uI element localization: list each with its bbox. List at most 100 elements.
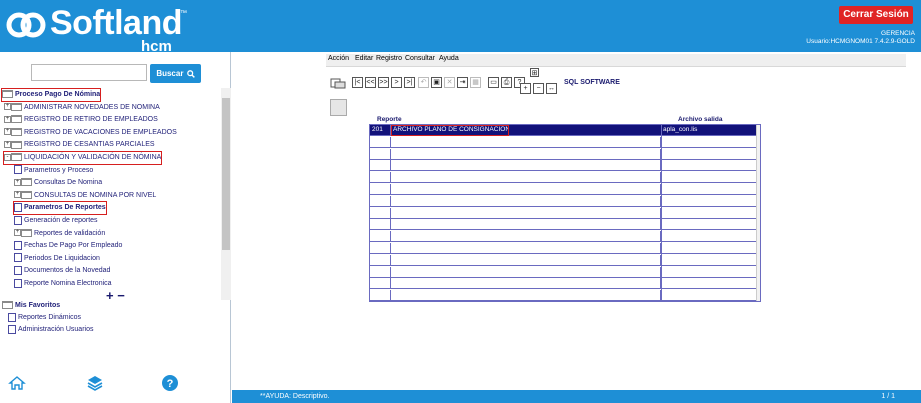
tree-item[interactable]: Periodos De Liquidacion	[14, 253, 100, 265]
expand-icon[interactable]: +	[14, 178, 21, 186]
first-record-icon[interactable]: |<	[352, 77, 363, 88]
report-code-cell[interactable]	[370, 172, 391, 184]
report-code-cell[interactable]	[370, 266, 391, 278]
report-code-cell[interactable]	[370, 243, 391, 254]
logout-button[interactable]: Cerrar Sesión	[839, 6, 913, 24]
report-code-cell[interactable]	[370, 290, 391, 301]
favorites-title[interactable]: Mis Favoritos	[2, 300, 60, 312]
tree-scrollbar[interactable]	[221, 88, 231, 300]
output-file-cell[interactable]	[661, 160, 758, 171]
output-file-cell[interactable]	[661, 149, 758, 160]
collapse-icon[interactable]: -	[4, 153, 11, 161]
output-file-cell[interactable]	[661, 243, 758, 254]
next-record-icon[interactable]: >	[391, 77, 402, 88]
tree-item[interactable]: Reporte Nomina Electronica	[14, 278, 112, 290]
menu-item[interactable]: Consultar	[405, 55, 435, 62]
report-code-cell[interactable]	[370, 254, 391, 266]
tree-item[interactable]: + CONSULTAS DE NOMINA POR NIVEL	[14, 190, 156, 202]
report-name-cell[interactable]	[391, 148, 661, 160]
tree-item[interactable]: + Reportes de validación	[14, 228, 105, 240]
report-code-cell[interactable]	[370, 231, 391, 243]
output-file-cell[interactable]: apla_con.lis	[661, 125, 758, 136]
report-name-cell[interactable]	[391, 136, 661, 148]
table-row[interactable]	[370, 243, 756, 254]
tree-item[interactable]: + REGISTRO DE RETIRO DE EMPLEADOS	[4, 114, 158, 126]
expand-icon[interactable]: +	[4, 103, 11, 111]
screen-icon[interactable]: ▭	[488, 77, 499, 88]
output-file-cell[interactable]	[661, 290, 758, 301]
calendar-icon[interactable]: ▦	[470, 77, 481, 88]
menu-item[interactable]: Registro	[376, 55, 402, 62]
tree-item[interactable]: + REGISTRO DE VACACIONES DE EMPLEADOS	[4, 127, 177, 139]
print-icon[interactable]: ⎙	[501, 77, 512, 88]
report-code-cell[interactable]: 201	[370, 125, 391, 136]
table-row[interactable]	[370, 172, 758, 184]
report-code-cell[interactable]	[370, 148, 391, 160]
tree-item[interactable]: Proceso Pago De Nómina	[0, 88, 102, 102]
table-row[interactable]	[370, 290, 756, 301]
tree-collapse-button[interactable]: −	[117, 288, 125, 303]
tree-expand-button[interactable]: +	[106, 288, 114, 303]
output-file-cell[interactable]	[661, 255, 758, 266]
menu-item[interactable]: Acción	[328, 55, 349, 62]
menu-item[interactable]: Ayuda	[439, 55, 459, 62]
report-name-cell[interactable]	[391, 219, 661, 231]
expand-icon[interactable]: +	[4, 115, 11, 123]
report-name-cell[interactable]	[391, 195, 661, 207]
table-row[interactable]: 201 ARCHIVO PLANO DE CONSIGNACION apla_con…	[370, 125, 756, 136]
tree-item[interactable]: Fechas De Pago Por Empleado	[14, 240, 122, 252]
tree-item[interactable]: Parametros y Proceso	[14, 165, 93, 177]
home-icon[interactable]	[8, 374, 26, 392]
previous-page-icon[interactable]: <<	[365, 77, 376, 88]
next-page-icon[interactable]: >>	[378, 77, 389, 88]
report-name-cell[interactable]	[391, 254, 661, 266]
tree-item[interactable]: Documentos de la Novedad	[14, 265, 110, 277]
output-file-cell[interactable]	[661, 137, 758, 148]
table-row[interactable]	[370, 136, 758, 148]
tree-item[interactable]: - LIQUIDACIÓN Y VALIDACIÓN DE NÓMINA	[2, 151, 163, 165]
save-disk-icon[interactable]	[330, 99, 347, 116]
tree-scrollbar-thumb[interactable]	[222, 98, 230, 250]
delete-icon[interactable]: ✕	[444, 77, 455, 88]
undo-icon[interactable]: ↶	[418, 77, 429, 88]
report-code-cell[interactable]	[370, 219, 391, 231]
move-row-icon[interactable]: ↔	[546, 83, 557, 94]
menu-item[interactable]: Editar	[355, 55, 373, 62]
layers-icon[interactable]	[86, 374, 104, 392]
output-file-cell[interactable]	[661, 278, 758, 289]
report-name-cell[interactable]	[391, 207, 661, 219]
expand-icon[interactable]: +	[14, 191, 21, 199]
report-code-cell[interactable]	[370, 136, 391, 148]
output-file-cell[interactable]	[661, 231, 758, 242]
report-name-cell[interactable]	[391, 243, 661, 254]
favorite-item[interactable]: Reportes Dinámicos	[8, 312, 81, 324]
output-file-cell[interactable]	[661, 219, 758, 230]
report-name-cell[interactable]	[391, 231, 661, 243]
report-name-cell[interactable]	[391, 160, 661, 172]
grid-toggle-icon[interactable]: ⊞	[530, 68, 539, 77]
report-name-cell[interactable]	[391, 172, 661, 184]
report-code-cell[interactable]	[370, 160, 391, 172]
favorite-item[interactable]: Administración Usuarios	[8, 324, 93, 336]
report-code-cell[interactable]	[370, 184, 391, 195]
report-code-cell[interactable]	[370, 195, 391, 207]
table-row[interactable]	[370, 219, 758, 231]
table-row[interactable]	[370, 278, 758, 290]
report-name-cell[interactable]	[391, 184, 661, 195]
output-file-cell[interactable]	[661, 184, 758, 195]
exit-icon[interactable]: ⇥	[457, 77, 468, 88]
report-name-cell[interactable]	[391, 266, 661, 278]
tree-item[interactable]: + ADMINISTRAR NOVEDADES DE NOMINA	[4, 102, 160, 114]
insert-row-icon[interactable]: +	[520, 83, 531, 94]
print-preview-icon[interactable]	[330, 77, 346, 89]
output-file-cell[interactable]	[661, 196, 758, 207]
expand-icon[interactable]: +	[4, 128, 11, 136]
delete-row-icon[interactable]: −	[533, 83, 544, 94]
table-row[interactable]	[370, 184, 756, 195]
table-row[interactable]	[370, 160, 758, 172]
output-file-cell[interactable]	[661, 172, 758, 183]
last-record-icon[interactable]: >|	[404, 77, 415, 88]
report-name-cell[interactable]	[391, 278, 661, 290]
table-row[interactable]	[370, 148, 758, 160]
save-icon[interactable]: ▣	[431, 77, 442, 88]
